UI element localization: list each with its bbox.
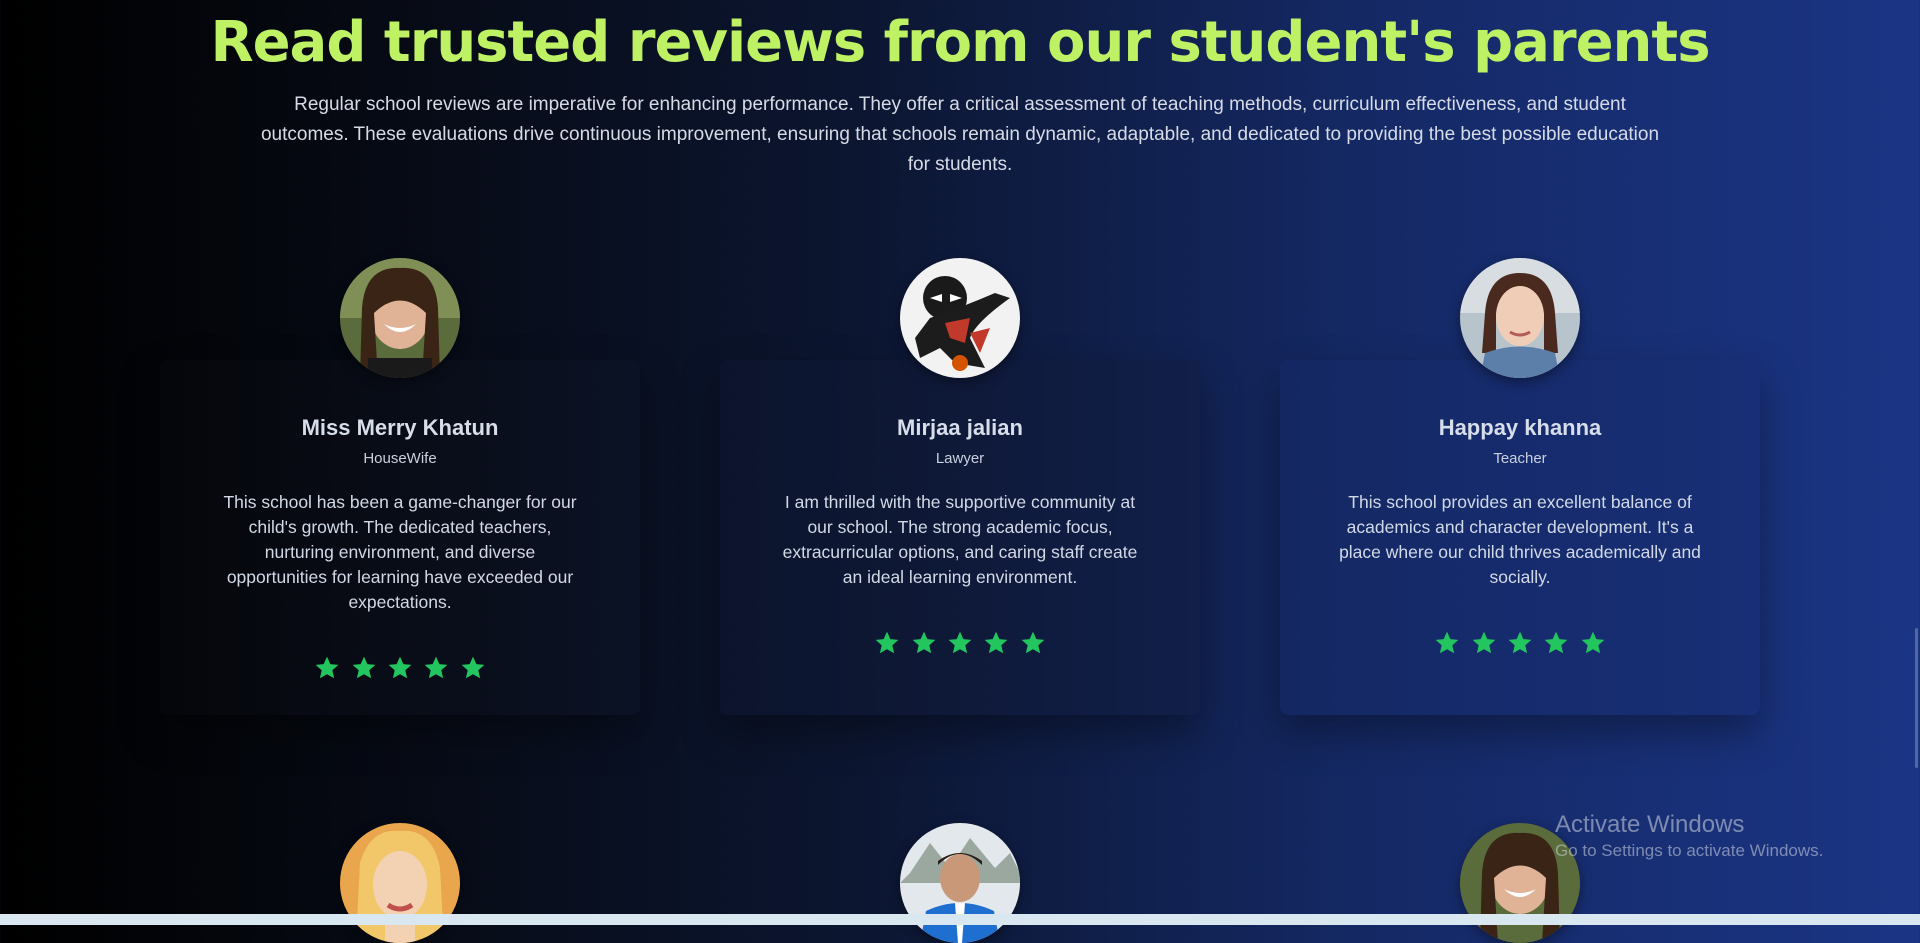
star-icon [387, 655, 413, 681]
star-icon [1543, 630, 1569, 656]
star-icon [1020, 630, 1046, 656]
star-icon [983, 630, 1009, 656]
avatar-reviewer [340, 823, 460, 943]
review-text: This school has been a game-changer for … [223, 492, 577, 612]
review-text: I am thrilled with the supportive commun… [782, 492, 1138, 587]
star-icon [1580, 630, 1606, 656]
star-icon [351, 655, 377, 681]
watermark-title: Activate Windows [1555, 811, 1745, 838]
star-rating [1280, 630, 1760, 660]
section-heading: Read trusted reviews from our student's … [210, 10, 1710, 75]
reviewer-role: Lawyer [935, 450, 985, 467]
star-icon [911, 630, 937, 656]
star-icon [460, 655, 486, 681]
star-icon [874, 630, 900, 656]
star-icon [423, 655, 449, 681]
star-icon [1507, 630, 1533, 656]
reviewer-name: Miss Merry Khatun [301, 415, 499, 440]
reviewer-name: Happay khanna [1438, 415, 1602, 440]
reviewer-name: Mirjaa jalian [897, 415, 1023, 440]
bottom-edge [0, 914, 1920, 925]
watermark-subtitle: Go to Settings to activate Windows. [1555, 841, 1824, 860]
scrollbar-thumb[interactable] [1915, 628, 1918, 768]
windows-activation-watermark: Activate Windows Go to Settings to activ… [1555, 810, 1823, 862]
section-intro: Regular school reviews are imperative fo… [260, 94, 1660, 175]
star-icon [314, 655, 340, 681]
star-rating [160, 655, 640, 685]
avatar-reviewer [900, 823, 1020, 943]
star-icon [947, 630, 973, 656]
star-icon [1471, 630, 1497, 656]
avatar-happay-khanna [1460, 258, 1580, 378]
review-text: This school provides an excellent balanc… [1339, 492, 1701, 587]
reviewer-role: Teacher [1493, 450, 1547, 467]
star-rating [720, 630, 1200, 660]
avatar-merry-khatun [340, 258, 460, 378]
page-scrollbar[interactable] [1912, 0, 1920, 925]
avatar-mirjaa-jalian [900, 258, 1020, 378]
star-icon [1434, 630, 1460, 656]
reviewer-role: HouseWife [363, 450, 437, 467]
